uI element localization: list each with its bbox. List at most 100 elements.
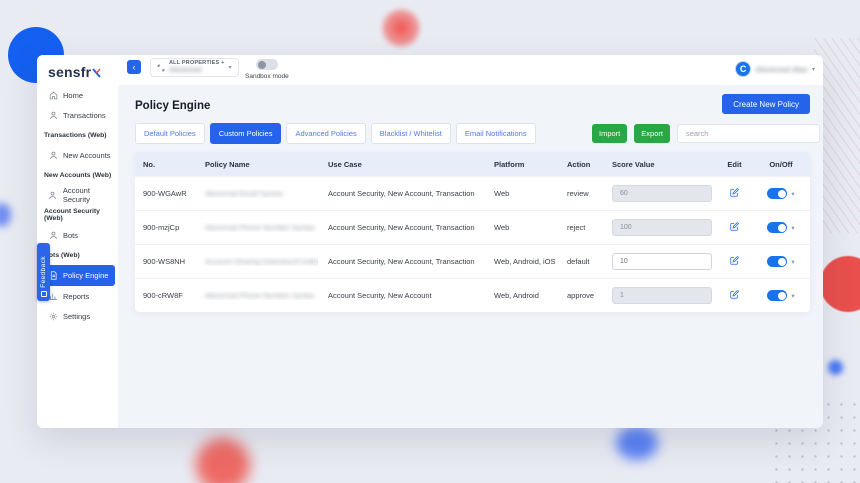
chevron-down-icon: ▾: [812, 66, 815, 73]
import-button[interactable]: Import: [592, 124, 627, 143]
sidebar-item-label: Home: [63, 91, 83, 100]
toggle-knob: [778, 224, 786, 232]
sidebar-item-account-security-web[interactable]: Account Security (Web): [37, 205, 118, 225]
policy-no: 900-WS8NH: [135, 257, 195, 266]
property-selector-label: ALL PROPERTIES +: [169, 60, 225, 67]
user-icon: [48, 110, 58, 120]
feedback-icon: [41, 291, 47, 297]
column-header-action: Action: [557, 160, 602, 169]
account-menu[interactable]: C Abnormal dtan ▾: [735, 61, 815, 77]
swap-arrows-icon: [157, 64, 165, 72]
chevron-down-icon[interactable]: ▾: [791, 258, 794, 266]
policy-platform: Web, Android: [484, 291, 557, 300]
tab-custom-policies[interactable]: Custom Policies: [210, 123, 282, 144]
table-body: 900-WGAwRAbnormal Email SyntaxAccount Se…: [135, 176, 810, 312]
sidebar-item-home[interactable]: Home: [37, 85, 118, 105]
decor-red-blob-top: [381, 8, 421, 48]
tab-default-policies[interactable]: Default Policies: [135, 123, 205, 144]
table-row: 900-WS8NHAccount Sharing Detection/Crede…: [135, 244, 810, 278]
policy-use-case: Account Security, New Account: [318, 291, 484, 300]
policy-score-cell: [602, 185, 717, 202]
feedback-tab[interactable]: Feedback: [37, 243, 50, 301]
search-input[interactable]: [677, 124, 820, 143]
toggle-knob: [258, 61, 266, 69]
sidebar-item-transactions-web[interactable]: Transactions (Web): [37, 125, 118, 145]
sidebar-item-account-security[interactable]: Account Security: [37, 185, 118, 205]
chevron-down-icon[interactable]: ▾: [791, 224, 794, 232]
column-header-platform: Platform: [484, 160, 557, 169]
policy-toggle[interactable]: [767, 256, 787, 267]
tab-advanced-policies[interactable]: Advanced Policies: [286, 123, 365, 144]
page-title: Policy Engine: [135, 100, 210, 112]
column-header-edit: Edit: [717, 160, 752, 169]
policy-platform: Web, Android, iOS: [484, 257, 557, 266]
chevron-down-icon[interactable]: ▾: [791, 292, 794, 300]
sidebar-item-bots[interactable]: Bots: [37, 225, 118, 245]
create-new-policy-button[interactable]: Create New Policy: [722, 94, 810, 114]
feedback-label: Feedback: [40, 256, 47, 288]
policy-toggle[interactable]: [767, 290, 787, 301]
home-icon: [48, 90, 58, 100]
sidebar-item-label: New Accounts: [63, 151, 111, 160]
property-selector[interactable]: ALL PROPERTIES + Abnormal ▾: [150, 58, 239, 77]
policy-action: reject: [557, 223, 602, 232]
column-header-use-case: Use Case: [318, 160, 484, 169]
table-row: 900-cRW8FAbnormal Phone Number SyntaxAcc…: [135, 278, 810, 312]
column-header-policy-name: Policy Name: [195, 160, 318, 169]
policy-toggle[interactable]: [767, 188, 787, 199]
user-icon: [48, 190, 58, 200]
sidebar-item-label: Policy Engine: [63, 271, 108, 280]
table-header-row: No.Policy NameUse CasePlatformActionScor…: [135, 152, 810, 176]
policy-no: 900-WGAwR: [135, 189, 195, 198]
policy-edit-cell: [717, 222, 752, 233]
policy-name: Abnormal Phone Number Syntax: [195, 291, 318, 300]
policy-platform: Web: [484, 223, 557, 232]
sidebar-item-transactions[interactable]: Transactions: [37, 105, 118, 125]
policy-toggle[interactable]: [767, 222, 787, 233]
sandbox-mode-control: Sandbox mode: [245, 59, 289, 80]
tab-email-notifications[interactable]: Email Notifications: [456, 123, 536, 144]
sidebar-item-label: Bots: [63, 231, 78, 240]
score-value-input[interactable]: [612, 253, 712, 270]
sidebar-item-new-accounts[interactable]: New Accounts: [37, 145, 118, 165]
policy-tabs: Default PoliciesCustom PoliciesAdvanced …: [135, 123, 536, 144]
sidebar-item-new-accounts-web[interactable]: New Accounts (Web): [37, 165, 118, 185]
edit-policy-button[interactable]: [730, 290, 739, 299]
decor-blue-dot: [828, 360, 843, 375]
policy-action: approve: [557, 291, 602, 300]
sandbox-mode-label: Sandbox mode: [245, 73, 289, 80]
sidebar-item-label: Settings: [63, 312, 90, 321]
sidebar: sensfr HomeTransactionsTransactions (Web…: [37, 55, 118, 428]
toggle-knob: [778, 190, 786, 198]
back-button[interactable]: ‹: [127, 60, 141, 74]
policy-use-case: Account Security, New Account, Transacti…: [318, 189, 484, 198]
sidebar-item-policy-engine[interactable]: Policy Engine: [39, 265, 115, 286]
gear-icon: [48, 311, 58, 321]
policy-score-cell: [602, 287, 717, 304]
policy-score-cell: [602, 253, 717, 270]
policy-edit-cell: [717, 256, 752, 267]
logo-x-icon: [92, 66, 101, 77]
policy-platform: Web: [484, 189, 557, 198]
score-value-input: [612, 219, 712, 236]
chevron-down-icon: ▾: [229, 64, 232, 71]
avatar: C: [735, 61, 751, 77]
policy-onoff-cell: ▾: [752, 222, 810, 233]
sandbox-toggle[interactable]: [256, 59, 278, 70]
edit-policy-button[interactable]: [730, 188, 739, 197]
column-header-score-value: Score Value: [602, 160, 717, 169]
app-screen: sensfr HomeTransactionsTransactions (Web…: [0, 0, 860, 483]
sidebar-item-label: Account Security: [63, 186, 118, 204]
tab-blacklist-whitelist[interactable]: Blacklist / Whitelist: [371, 123, 451, 144]
policy-no: 900-cRW8F: [135, 291, 195, 300]
decor-pink-blob-bottom: [196, 438, 250, 483]
edit-policy-button[interactable]: [730, 256, 739, 265]
sidebar-item-settings[interactable]: Settings: [37, 306, 118, 326]
edit-policy-button[interactable]: [730, 222, 739, 231]
sidebar-item-label: Transactions: [63, 111, 106, 120]
score-value-input: [612, 287, 712, 304]
chevron-down-icon[interactable]: ▾: [791, 190, 794, 198]
sidebar-item-label: Reports: [63, 292, 89, 301]
policy-action: review: [557, 189, 602, 198]
export-button[interactable]: Export: [634, 124, 670, 143]
